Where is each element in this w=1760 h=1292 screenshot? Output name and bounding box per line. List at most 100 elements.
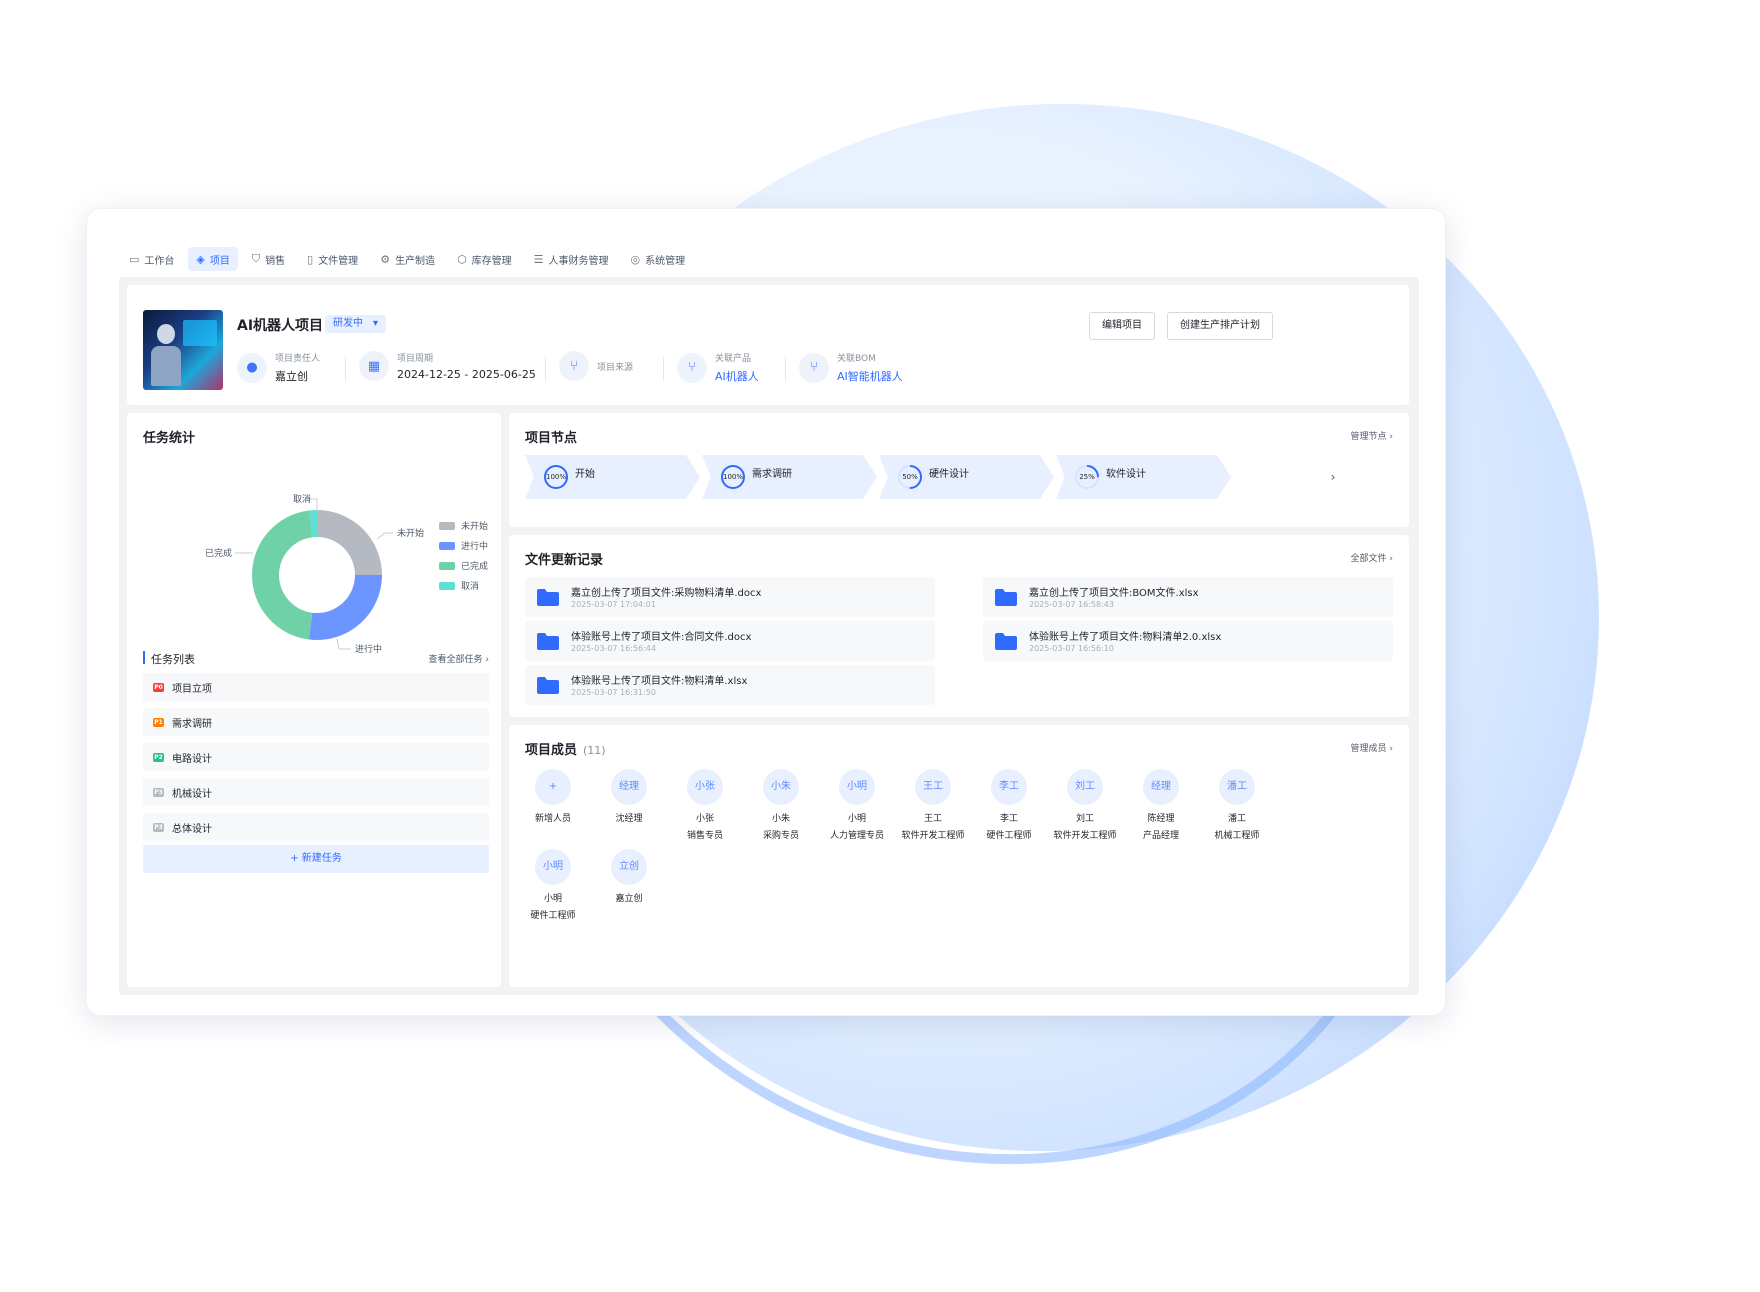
- member-item[interactable]: 小明 小明 人力管理专员: [817, 769, 897, 841]
- manage-nodes-label: 管理节点: [1350, 432, 1387, 442]
- task-row[interactable]: P0 项目立项: [143, 673, 489, 701]
- file-name: 嘉立创上传了项目文件:采购物料清单.docx: [571, 588, 762, 599]
- file-name: 体验账号上传了项目文件:物料清单2.0.xlsx: [1029, 632, 1222, 643]
- progress-label: 100%: [722, 473, 743, 481]
- nav-item-inventory[interactable]: ⬡ 库存管理: [449, 247, 520, 271]
- legend-item: 取消: [439, 579, 479, 592]
- nav-item-files[interactable]: ▯ 文件管理: [299, 247, 366, 271]
- chevron-right-icon: ›: [1389, 554, 1393, 564]
- nav-item-sales[interactable]: ⛉ 销售: [244, 247, 293, 271]
- meta-value: 嘉立创: [275, 370, 308, 383]
- callout-cancel: 取消: [293, 493, 311, 505]
- create-plan-button[interactable]: 创建生产排产计划: [1167, 312, 1273, 340]
- all-files-label: 全部文件: [1350, 554, 1387, 564]
- layers-icon: ◈: [196, 252, 205, 266]
- members-title: 项目成员: [525, 743, 578, 758]
- thumb-robot-body: [151, 346, 181, 386]
- member-item[interactable]: 立创 嘉立创: [589, 849, 669, 908]
- member-name: 小明: [543, 894, 562, 904]
- file-record[interactable]: 体验账号上传了项目文件:物料清单2.0.xlsx 2025-03-07 16:5…: [983, 621, 1393, 661]
- folder-icon: [537, 589, 559, 606]
- progress-label: 25%: [1079, 473, 1095, 481]
- node-item[interactable]: 100% 需求调研: [702, 455, 877, 499]
- status-dropdown[interactable]: 研发中 ▾: [325, 315, 387, 333]
- member-item[interactable]: 王工 王工 软件开发工程师: [893, 769, 973, 841]
- thumb-robot-head: [157, 324, 175, 344]
- member-name: 小明: [847, 814, 866, 824]
- task-row[interactable]: P1 需求调研: [143, 708, 489, 736]
- plus-icon: +: [535, 769, 571, 805]
- task-list-title: 任务列表: [151, 653, 195, 666]
- add-member-button[interactable]: + 新增人员: [513, 769, 593, 828]
- manage-members-link[interactable]: 管理成员 ›: [1351, 741, 1394, 754]
- top-nav: ▭ 工作台 ◈ 项目 ⛉ 销售 ▯ 文件管理 ⚙ 生产制造 ⬡ 库存管理 ☰ 人事财务管理 ◎…: [121, 247, 693, 271]
- progress-label: 100%: [545, 473, 566, 481]
- node-item[interactable]: 100% 开始: [525, 455, 700, 499]
- gear-icon: ⚙: [380, 252, 391, 266]
- node-item[interactable]: 50% 硬件设计: [879, 455, 1054, 499]
- member-item[interactable]: 小朱 小朱 采购专员: [741, 769, 821, 841]
- new-task-button[interactable]: + 新建任务: [143, 845, 489, 873]
- nav-item-production[interactable]: ⚙ 生产制造: [372, 247, 443, 271]
- member-name: 李工: [999, 814, 1018, 824]
- nav-item-project[interactable]: ◈ 项目: [188, 247, 238, 271]
- chevron-right-icon: ›: [485, 655, 489, 665]
- task-list-header: 任务列表 查看全部任务 ›: [143, 651, 490, 666]
- members-title-wrap: 项目成员 (11): [525, 739, 606, 758]
- member-item[interactable]: 潘工 潘工 机械工程师: [1197, 769, 1277, 841]
- project-thumbnail: [143, 310, 223, 390]
- product-link[interactable]: AI机器人: [715, 368, 759, 384]
- view-all-label: 查看全部任务: [428, 655, 483, 665]
- donut-slices: [251, 510, 382, 640]
- member-item[interactable]: 刘工 刘工 软件开发工程师: [1045, 769, 1125, 841]
- member-role: 采购专员: [762, 831, 799, 841]
- nav-label: 项目: [209, 255, 230, 267]
- all-files-link[interactable]: 全部文件 ›: [1351, 551, 1394, 564]
- nav-item-hr-finance[interactable]: ☰ 人事财务管理: [526, 247, 617, 271]
- avatar: 李工: [991, 769, 1027, 805]
- node-item[interactable]: 25% 软件设计: [1056, 455, 1231, 499]
- hierarchy-icon: ⑂: [559, 351, 589, 381]
- callout-line: [376, 532, 393, 540]
- project-title: AI机器人项目: [237, 318, 324, 334]
- legend-item: 未开始: [439, 519, 488, 532]
- bom-link[interactable]: AI智能机器人: [837, 368, 903, 384]
- view-all-tasks-link[interactable]: 查看全部任务 ›: [429, 652, 490, 665]
- ring-label-wrap: 25%: [1074, 464, 1100, 490]
- member-item[interactable]: 小明 小明 硬件工程师: [513, 849, 593, 921]
- task-row[interactable]: P3 总体设计: [143, 813, 489, 841]
- hierarchy-icon: ⑂: [677, 352, 707, 383]
- thumb-screen: [183, 320, 217, 346]
- files-title: 文件更新记录: [525, 553, 604, 568]
- avatar: 经理: [611, 769, 647, 805]
- file-record[interactable]: 嘉立创上传了项目文件:采购物料清单.docx 2025-03-07 17:04:…: [525, 577, 935, 617]
- donut-slice-2: [308, 575, 382, 640]
- meta-label: 项目周期: [397, 354, 434, 364]
- member-name: 刘工: [1075, 814, 1094, 824]
- member-item[interactable]: 经理 陈经理 产品经理: [1121, 769, 1201, 841]
- file-name: 嘉立创上传了项目文件:BOM文件.xlsx: [1029, 588, 1199, 599]
- manage-nodes-link[interactable]: 管理节点 ›: [1351, 429, 1394, 442]
- member-item[interactable]: 小张 小张 销售专员: [665, 769, 745, 841]
- meta-label: 项目责任人: [275, 354, 321, 364]
- legend-swatch: [439, 521, 455, 530]
- file-record[interactable]: 体验账号上传了项目文件:物料清单.xlsx 2025-03-07 16:31:5…: [525, 665, 935, 705]
- file-time: 2025-03-07 16:58:43: [1029, 600, 1114, 609]
- nodes-next-button[interactable]: ›: [1321, 455, 1345, 499]
- task-row[interactable]: P3 机械设计: [143, 778, 489, 806]
- node-name: 软件设计: [1106, 469, 1146, 480]
- member-item[interactable]: 经理 沈经理: [589, 769, 669, 828]
- members-card: 项目成员 (11) 管理成员 › + 新增人员 经理 沈经理 小张 小张 销售专员 小朱小…: [509, 725, 1409, 987]
- meta-owner: ● 项目责任人 嘉立创: [237, 351, 320, 384]
- edit-project-button[interactable]: 编辑项目: [1089, 312, 1155, 340]
- file-record[interactable]: 体验账号上传了项目文件:合同文件.docx 2025-03-07 16:56:4…: [525, 621, 935, 661]
- member-item[interactable]: 李工 李工 硬件工程师: [969, 769, 1049, 841]
- file-record[interactable]: 嘉立创上传了项目文件:BOM文件.xlsx 2025-03-07 16:58:4…: [983, 577, 1393, 617]
- task-row[interactable]: P2 电路设计: [143, 743, 489, 771]
- file-time: 2025-03-07 16:56:10: [1029, 644, 1114, 653]
- divider: [663, 357, 664, 381]
- nav-item-system[interactable]: ◎ 系统管理: [623, 247, 694, 271]
- task-name: 电路设计: [172, 753, 212, 765]
- nav-item-workbench[interactable]: ▭ 工作台: [121, 247, 182, 271]
- settings-icon: ◎: [630, 252, 641, 266]
